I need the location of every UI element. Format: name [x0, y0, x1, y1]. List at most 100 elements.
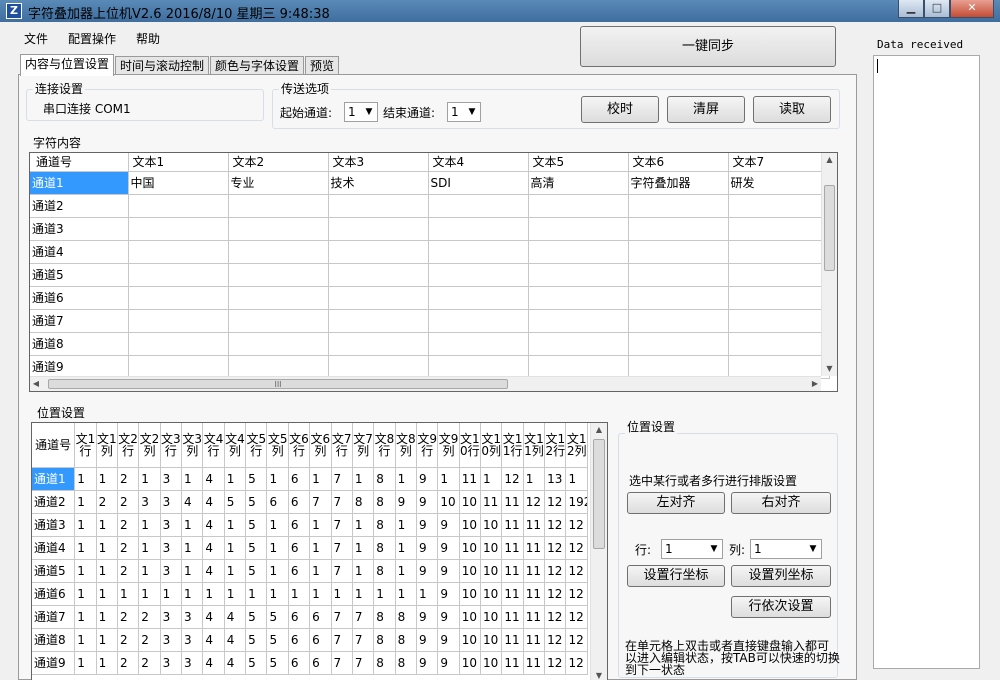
position-cell[interactable]: 9: [416, 651, 439, 675]
content-cell[interactable]: [428, 194, 529, 218]
position-cell[interactable]: 7: [331, 559, 353, 583]
content-cell[interactable]: [328, 217, 429, 241]
position-cell[interactable]: 5: [245, 605, 268, 629]
content-cell[interactable]: [228, 309, 329, 333]
position-column-header[interactable]: 文12列: [565, 423, 588, 468]
content-row[interactable]: 通道3: [30, 217, 830, 241]
position-cell[interactable]: 12: [544, 582, 567, 606]
position-column-header[interactable]: 文2列: [138, 423, 161, 468]
row-sequence-button[interactable]: 行依次设置: [731, 596, 831, 618]
content-cell[interactable]: [128, 240, 229, 264]
position-cell[interactable]: 7: [331, 467, 353, 491]
position-cell[interactable]: 11: [501, 490, 524, 514]
content-cell[interactable]: [628, 217, 729, 241]
position-cell[interactable]: 10: [459, 490, 482, 514]
position-cell[interactable]: 6: [266, 490, 289, 514]
position-cell[interactable]: 5: [224, 490, 247, 514]
content-cell[interactable]: [128, 286, 229, 310]
position-cell[interactable]: 1: [266, 559, 289, 583]
content-hscroll-thumb[interactable]: III: [48, 379, 508, 389]
position-cell[interactable]: 3: [160, 536, 183, 560]
position-cell[interactable]: 10: [480, 582, 503, 606]
position-cell[interactable]: 3: [160, 559, 183, 583]
position-cell[interactable]: 9: [437, 536, 460, 560]
position-column-header[interactable]: 通道号: [32, 423, 76, 468]
position-column-header[interactable]: 文6列: [309, 423, 332, 468]
channel-row-header[interactable]: 通道9: [32, 651, 76, 675]
position-cell[interactable]: 7: [352, 628, 375, 652]
position-column-header[interactable]: 文7列: [352, 423, 375, 468]
position-cell[interactable]: 5: [266, 628, 289, 652]
position-cell[interactable]: 10: [459, 651, 482, 675]
position-cell[interactable]: 9: [437, 605, 460, 629]
sync-all-button[interactable]: 一键同步: [580, 26, 836, 67]
position-cell[interactable]: 1: [352, 467, 375, 491]
channel-row-header[interactable]: 通道5: [32, 559, 76, 583]
position-cell[interactable]: 2: [138, 628, 161, 652]
position-cell[interactable]: 9: [416, 490, 439, 514]
channel-row-header[interactable]: 通道7: [32, 605, 76, 629]
position-column-header[interactable]: 文7行: [331, 423, 353, 468]
content-cell[interactable]: SDI: [428, 171, 529, 195]
calibrate-time-button[interactable]: 校时: [581, 96, 659, 123]
content-cell[interactable]: [228, 240, 329, 264]
position-cell[interactable]: 7: [331, 628, 353, 652]
position-cell[interactable]: 1: [74, 467, 97, 491]
position-cell[interactable]: 1: [395, 559, 417, 583]
position-cell[interactable]: 3: [181, 628, 204, 652]
position-cell[interactable]: 3: [160, 605, 183, 629]
content-row[interactable]: 通道9: [30, 355, 830, 379]
channel-row-header[interactable]: 通道1: [32, 467, 76, 491]
position-cell[interactable]: 4: [202, 559, 225, 583]
position-cell[interactable]: 8: [373, 605, 396, 629]
position-cell[interactable]: 1: [395, 467, 417, 491]
content-cell[interactable]: [428, 217, 529, 241]
content-column-header[interactable]: 文本3: [328, 153, 429, 172]
position-cell[interactable]: 9: [416, 628, 439, 652]
position-column-header[interactable]: 文9列: [437, 423, 460, 468]
position-cell[interactable]: 1: [523, 467, 546, 491]
content-cell[interactable]: [328, 240, 429, 264]
position-cell[interactable]: 8: [395, 651, 417, 675]
position-cell[interactable]: 7: [352, 651, 375, 675]
position-cell[interactable]: 1: [138, 513, 161, 537]
position-cell[interactable]: 1: [480, 467, 503, 491]
position-column-header[interactable]: 文11行: [501, 423, 524, 468]
content-column-header[interactable]: 通道号: [30, 153, 129, 172]
position-cell[interactable]: 8: [395, 605, 417, 629]
left-align-button[interactable]: 左对齐: [627, 492, 725, 514]
position-cell[interactable]: 1: [224, 536, 247, 560]
position-cell[interactable]: 1: [309, 582, 332, 606]
position-cell[interactable]: 9: [416, 513, 439, 537]
position-cell[interactable]: 10: [459, 628, 482, 652]
content-cell[interactable]: [228, 355, 329, 379]
channel-row-header[interactable]: 通道6: [30, 286, 129, 310]
content-cell[interactable]: [328, 332, 429, 356]
position-cell[interactable]: 5: [245, 490, 268, 514]
position-cell[interactable]: 12: [565, 582, 588, 606]
content-cell[interactable]: [528, 240, 629, 264]
content-cell[interactable]: [728, 263, 830, 287]
position-cell[interactable]: 6: [288, 605, 311, 629]
position-cell[interactable]: 1: [224, 582, 247, 606]
position-cell[interactable]: 8: [373, 513, 396, 537]
position-row[interactable]: 通道8 1 1 2 2 3 3 4 4 5 5 6 6 7 7 8 8 9 9 10 10 11 11 12 12: [32, 628, 588, 652]
content-cell[interactable]: [428, 355, 529, 379]
content-cell[interactable]: [328, 286, 429, 310]
content-cell[interactable]: [628, 309, 729, 333]
position-cell[interactable]: 9: [437, 651, 460, 675]
position-cell[interactable]: 1: [288, 582, 311, 606]
position-cell[interactable]: 6: [288, 513, 311, 537]
content-cell[interactable]: [328, 309, 429, 333]
content-cell[interactable]: [328, 355, 429, 379]
position-cell[interactable]: 1: [74, 605, 97, 629]
position-column-header[interactable]: 文2行: [117, 423, 140, 468]
position-column-header[interactable]: 文5行: [245, 423, 268, 468]
position-cell[interactable]: 8: [395, 628, 417, 652]
position-cell[interactable]: 1: [266, 582, 289, 606]
position-cell[interactable]: 5: [245, 513, 268, 537]
maximize-icon[interactable]: □: [924, 0, 950, 18]
content-cell[interactable]: [328, 194, 429, 218]
position-cell[interactable]: 1: [74, 582, 97, 606]
start-channel-select[interactable]: 1 ▼: [344, 102, 378, 122]
